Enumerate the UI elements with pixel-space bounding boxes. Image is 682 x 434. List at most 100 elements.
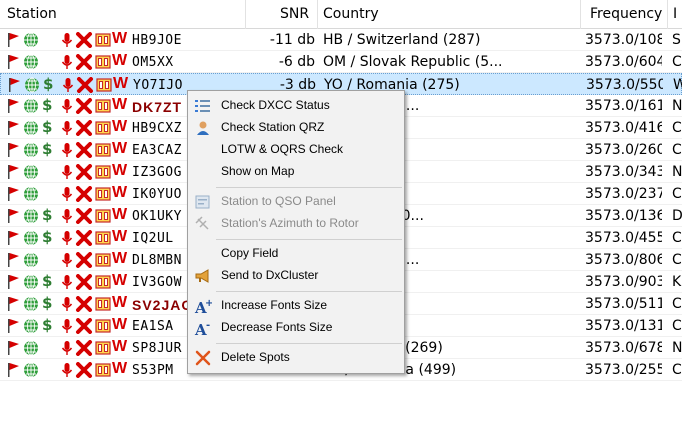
frequency-cell: 3573.0/1614 (585, 98, 662, 114)
qsl-card-icon (95, 32, 111, 48)
menu-item-label: Decrease Fonts Size (221, 320, 333, 334)
qsl-card-icon (95, 186, 111, 202)
flag-icon (6, 54, 22, 70)
x-mark-icon (75, 120, 92, 136)
globe-icon (23, 186, 39, 202)
station-callsign: IV3GOW (132, 275, 182, 290)
extra-cell: D (672, 208, 682, 224)
frequency-cell: 3573.0/2601 (585, 142, 662, 158)
flag-icon (7, 77, 23, 93)
svg-text:-: - (206, 320, 210, 331)
flag-icon (6, 296, 22, 312)
extra-cell: C (672, 362, 682, 378)
menu-item-show-on-map[interactable]: Show on Map (189, 161, 403, 183)
menu-item-label: Delete Spots (221, 350, 290, 364)
extra-cell: C (672, 54, 682, 70)
x-mark-icon (76, 77, 93, 93)
frequency-cell: 3573.0/1085 (585, 32, 662, 48)
globe-icon (23, 274, 39, 290)
country-cell: HB / Switzerland (287) (323, 32, 481, 48)
antenna-icon (194, 216, 212, 232)
extra-cell: N (672, 340, 682, 356)
station-callsign: DK7ZT (132, 99, 183, 115)
globe-icon (23, 252, 39, 268)
menu-item-label: Send to DxCluster (221, 268, 319, 282)
station-callsign: HB9CXZ (132, 121, 182, 136)
menu-item-decrease-fonts-size[interactable]: A- Decrease Fonts Size (189, 317, 403, 339)
menu-item-check-dxcc-status[interactable]: Check DXCC Status (189, 95, 403, 117)
column-header-snr[interactable]: SNR (280, 6, 309, 22)
menu-item-label: Show on Map (221, 164, 295, 178)
dxcc-list-icon (194, 98, 212, 114)
w-badge-icon: W (112, 184, 128, 201)
qsl-card-icon (95, 54, 111, 70)
qsl-card-icon (95, 208, 111, 224)
extra-cell: N (672, 164, 682, 180)
globe-icon (23, 164, 39, 180)
w-badge-icon: W (112, 294, 128, 311)
microphone-icon (59, 296, 75, 312)
flag-icon (6, 208, 22, 224)
menu-item-station-to-qso-panel[interactable]: Station to QSO Panel (189, 191, 403, 213)
qsl-card-icon (95, 296, 111, 312)
flag-icon (6, 186, 22, 202)
svg-text:+: + (205, 298, 212, 309)
extra-cell: C (672, 230, 682, 246)
menu-item-delete-spots[interactable]: Delete Spots (189, 347, 403, 369)
frequency-cell: 3573.0/1364 (585, 208, 662, 224)
flag-icon (6, 32, 22, 48)
dollar-icon: $ (42, 272, 53, 290)
grid-header: Station SNR Country Frequency I (0, 0, 682, 29)
w-badge-icon: W (112, 272, 128, 289)
x-mark-icon (75, 32, 92, 48)
globe-icon (23, 340, 39, 356)
w-badge-icon: W (112, 140, 128, 157)
table-row[interactable]: W HB9JOE -11 db HB / Switzerland (287) 3573.… (0, 29, 682, 51)
column-header-country[interactable]: Country (323, 6, 379, 22)
column-header-extra[interactable]: I (673, 6, 677, 22)
menu-item-check-station-qrz[interactable]: Check Station QRZ (189, 117, 403, 139)
frequency-cell: 3573.0/678 (585, 340, 662, 356)
w-badge-icon: W (112, 316, 128, 333)
microphone-icon (59, 142, 75, 158)
flag-icon (6, 98, 22, 114)
x-mark-icon (75, 318, 92, 334)
dollar-icon: $ (42, 228, 53, 246)
station-callsign: IK0YUO (132, 187, 182, 202)
table-row[interactable]: W OM5XX -6 db OM / Slovak Republic (5... 357… (0, 51, 682, 73)
flag-icon (6, 274, 22, 290)
menu-item-label: Copy Field (221, 246, 279, 260)
w-badge-icon: W (112, 360, 128, 377)
font-decrease-icon: A- (194, 320, 212, 339)
menu-item-increase-fonts-size[interactable]: A + Increase Fonts Size (189, 295, 403, 317)
microphone-icon (59, 208, 75, 224)
microphone-icon (59, 32, 75, 48)
frequency-cell: 3573.0/416 (585, 120, 662, 136)
menu-item-lotw-oqrs-check[interactable]: LOTW & OQRS Check (189, 139, 403, 161)
extra-cell: K (672, 274, 682, 290)
column-header-station[interactable]: Station (7, 6, 57, 22)
extra-cell: C (672, 120, 682, 136)
menu-item-azimuth-to-rotor[interactable]: Station's Azimuth to Rotor (189, 213, 403, 235)
microphone-icon (59, 252, 75, 268)
globe-icon (23, 142, 39, 158)
form-icon (194, 194, 212, 210)
station-callsign: SV2JAO (132, 297, 194, 313)
extra-cell: C (672, 318, 682, 334)
microphone-icon (59, 340, 75, 356)
microphone-icon (59, 120, 75, 136)
qsl-card-icon (95, 252, 111, 268)
x-mark-icon (75, 230, 92, 246)
menu-item-send-to-dxcluster[interactable]: Send to DxCluster (189, 265, 403, 287)
menu-item-label: LOTW & OQRS Check (221, 142, 344, 156)
frequency-cell: 3573.0/343 (585, 164, 662, 180)
menu-item-label: Check Station QRZ (221, 120, 325, 134)
station-callsign: IQ2UL (132, 231, 174, 246)
w-badge-icon: W (112, 96, 128, 113)
frequency-cell: 3573.0/903 (585, 274, 662, 290)
x-mark-icon (75, 54, 92, 70)
menu-item-copy-field[interactable]: Copy Field (189, 243, 403, 265)
qsl-card-icon (95, 120, 111, 136)
column-header-frequency[interactable]: Frequency (590, 6, 662, 22)
x-mark-icon (75, 274, 92, 290)
